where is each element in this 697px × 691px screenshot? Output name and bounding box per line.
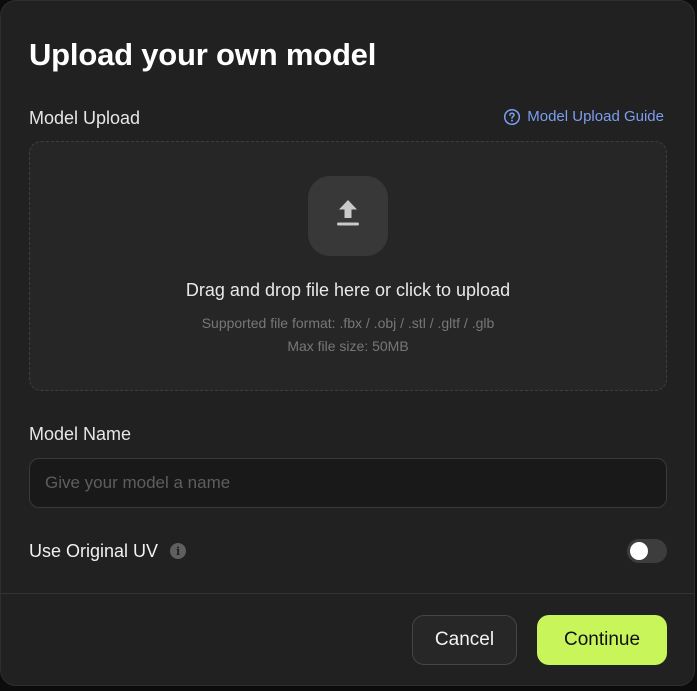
cancel-button[interactable]: Cancel bbox=[412, 615, 517, 665]
toggle-knob bbox=[630, 542, 648, 560]
model-name-label: Model Name bbox=[29, 424, 132, 444]
continue-button[interactable]: Continue bbox=[537, 615, 667, 665]
dialog-title: Upload your own model bbox=[29, 37, 377, 72]
help-circle-icon bbox=[503, 108, 521, 126]
use-original-uv-toggle[interactable] bbox=[627, 539, 667, 563]
model-name-input[interactable] bbox=[29, 458, 667, 508]
footer-divider bbox=[1, 593, 694, 594]
use-original-uv-row: Use Original UV i bbox=[29, 540, 187, 562]
max-file-size-text: Max file size: 50MB bbox=[287, 338, 409, 354]
model-upload-label: Model Upload bbox=[29, 108, 141, 128]
model-upload-guide-link[interactable]: Model Upload Guide bbox=[503, 107, 664, 127]
use-original-uv-label: Use Original UV bbox=[29, 541, 159, 561]
model-upload-guide-text: Model Upload Guide bbox=[527, 108, 664, 125]
upload-model-dialog: Upload your own model Model Upload Model… bbox=[0, 0, 695, 686]
dropzone-instruction: Drag and drop file here or click to uplo… bbox=[185, 280, 511, 300]
info-icon[interactable]: i bbox=[170, 543, 187, 559]
supported-formats-text: Supported file format: .fbx / .obj / .st… bbox=[201, 315, 495, 331]
upload-icon bbox=[335, 199, 361, 234]
upload-icon-container bbox=[308, 176, 388, 256]
file-dropzone[interactable]: Drag and drop file here or click to uplo… bbox=[29, 141, 667, 391]
